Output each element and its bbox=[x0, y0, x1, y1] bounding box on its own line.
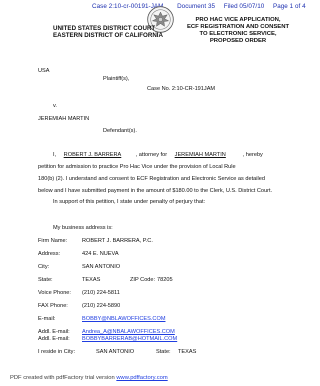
court-line-2: EASTERN DISTRICT OF CALIFORNIA bbox=[53, 32, 163, 40]
petition-hereby: , hereby bbox=[242, 152, 263, 158]
court-line-1: UNITED STATES DISTRICT COURT bbox=[53, 25, 156, 32]
address-value: 424 E. NUEVA bbox=[82, 251, 119, 257]
defendant-label: Defendant(s). bbox=[103, 128, 137, 134]
business-address-label: My business address is: bbox=[53, 225, 113, 231]
petition-intro: I, bbox=[53, 152, 57, 158]
defendant-name: JEREMIAH MARTIN bbox=[38, 116, 90, 122]
petition-line-2: petition for admission to practice Pro H… bbox=[38, 164, 236, 170]
petition-attorney-for: , attorney for bbox=[135, 152, 168, 158]
document-title: PRO HAC VICE APPLICATION, ECF REGISTRATI… bbox=[183, 17, 293, 45]
additional-email-label-1: Addl. E-mail: bbox=[38, 329, 70, 335]
reside-state-value: TEXAS bbox=[178, 349, 197, 355]
voice-phone-value: (210) 224-5811 bbox=[82, 290, 120, 296]
zip-value: 78205 bbox=[157, 277, 173, 283]
header-page: Page 1 of 4 bbox=[272, 3, 306, 10]
plaintiff-name: USA bbox=[38, 68, 50, 74]
petition-line-5: In support of this petition, I state und… bbox=[53, 199, 206, 205]
city-label: City: bbox=[38, 264, 50, 270]
state-value: TEXAS bbox=[82, 277, 101, 283]
additional-email-link-1[interactable]: Andrea_A@NBALAWOFFICES.COM bbox=[82, 329, 175, 336]
court-name: UNITED STATES DISTRICT COURT EASTERN DIS… bbox=[53, 25, 163, 39]
reside-city-label: I reside in City: bbox=[38, 349, 75, 355]
pdf-footer-text: PDF created with pdfFactory trial versio… bbox=[10, 375, 115, 381]
attorney-name: ROBERT J. BARRERA bbox=[63, 152, 122, 158]
document-page: Case 2:10-cr-00191-JAM Document 35 Filed… bbox=[0, 0, 306, 386]
header-document: Document 35 bbox=[177, 3, 216, 10]
voice-phone-label: Voice Phone: bbox=[38, 290, 71, 296]
title-line-4: PROPOSED ORDER bbox=[209, 38, 267, 45]
email-label: E-mail: bbox=[38, 316, 56, 322]
pdf-footer-link[interactable]: www.pdffactory.com bbox=[116, 375, 167, 381]
title-line-1: PRO HAC VICE APPLICATION, bbox=[195, 17, 281, 23]
header-filed: Filed 05/07/10 bbox=[223, 3, 265, 10]
versus: v. bbox=[53, 103, 57, 109]
petition-line-1: I, ROBERT J. BARRERA , attorney for JEREM… bbox=[53, 152, 263, 159]
fax-phone-label: FAX Phone: bbox=[38, 303, 68, 309]
petition-line-4: below and I have submitted payment in th… bbox=[38, 188, 273, 194]
zip-label: ZIP Code: bbox=[130, 277, 156, 283]
client-name: JEREMIAH MARTIN bbox=[174, 152, 226, 158]
plaintiff-label: Plaintiff(s), bbox=[103, 76, 130, 82]
additional-email-label-2: Addl. E-mail: bbox=[38, 336, 70, 342]
filing-header: Case 2:10-cr-00191-JAM Document 35 Filed… bbox=[92, 3, 306, 10]
reside-state-label: State: bbox=[156, 349, 171, 355]
pdf-footer: PDF created with pdfFactory trial versio… bbox=[10, 375, 168, 381]
email-link[interactable]: BOBBY@NBLAWOFFICES.COM bbox=[82, 316, 165, 323]
city-value: SAN ANTONIO bbox=[82, 264, 121, 270]
firm-name-value: ROBERT J. BARRERA, P.C. bbox=[82, 238, 153, 244]
fax-phone-value: (210) 224-5890 bbox=[82, 303, 121, 309]
state-label: State: bbox=[38, 277, 53, 283]
firm-name-label: Firm Name: bbox=[38, 238, 68, 244]
title-line-2: ECF REGISTRATION AND CONSENT bbox=[186, 24, 290, 31]
petition-line-3: 180(b) (2). I understand and consent to … bbox=[38, 176, 265, 182]
case-number: Case No. 2:10-CR-191JAM bbox=[147, 86, 216, 92]
title-line-3: TO ELECTRONIC SERVICE, bbox=[199, 31, 277, 38]
reside-city-value: SAN ANTONIO bbox=[96, 349, 135, 355]
address-label: Address: bbox=[38, 251, 61, 257]
additional-email-link-2[interactable]: BOBBYBARRERAB@HOTMAIL.COM bbox=[82, 336, 177, 343]
